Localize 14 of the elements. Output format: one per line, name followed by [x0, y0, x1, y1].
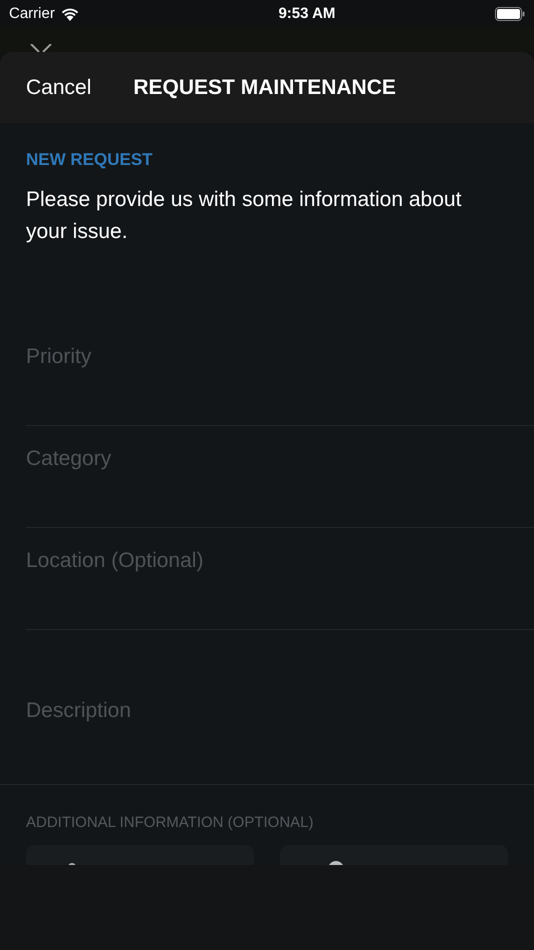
form-field[interactable]: Priority — [26, 341, 534, 372]
intro-text: Please provide us with some information about your issue. — [26, 187, 462, 245]
clock-time: 9:53 AM — [278, 4, 336, 24]
description-field[interactable]: Description — [26, 695, 508, 726]
sheet-title: REQUEST MAINTENANCE — [133, 74, 396, 101]
form-field[interactable]: Location (Optional) — [26, 545, 534, 576]
section-label: NEW REQUEST — [26, 150, 154, 170]
form-field[interactable]: Category — [26, 443, 534, 474]
additional-label: ADDITIONAL INFORMATION (OPTIONAL) — [26, 813, 315, 833]
battery-icon — [495, 7, 525, 21]
carrier-label: Carrier — [9, 4, 55, 24]
cancel-button[interactable]: Cancel — [26, 72, 92, 104]
wifi-icon — [60, 8, 79, 20]
close-icon[interactable] — [30, 44, 52, 52]
